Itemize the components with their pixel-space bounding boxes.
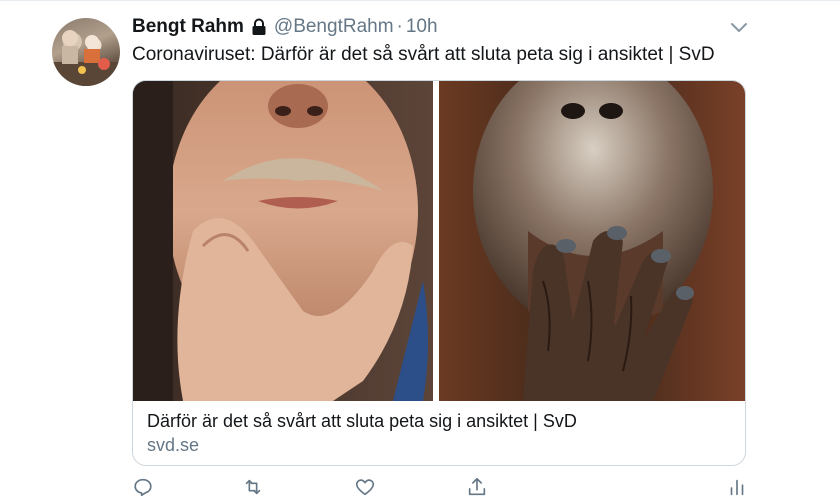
handle[interactable]: @BengtRahm	[274, 16, 394, 38]
chevron-down-icon[interactable]	[730, 20, 748, 32]
avatar[interactable]	[52, 18, 120, 86]
timestamp[interactable]: 10h	[406, 16, 438, 38]
share-icon[interactable]	[466, 476, 490, 500]
tweet-text: Coronaviruset: Därför är det så svårt at…	[132, 44, 715, 65]
tweet-header: Bengt Rahm @BengtRahm · 10h	[132, 14, 438, 40]
action-bar	[130, 476, 750, 502]
link-card[interactable]: Därför är det så svårt att sluta peta si…	[132, 80, 746, 466]
reply-icon[interactable]	[132, 476, 156, 500]
lock-icon	[251, 18, 267, 36]
card-title: Därför är det så svårt att sluta peta si…	[147, 411, 577, 431]
card-image	[133, 81, 745, 401]
analytics-icon[interactable]	[726, 476, 750, 500]
display-name[interactable]: Bengt Rahm	[132, 16, 244, 38]
card-domain: svd.se	[147, 435, 200, 455]
retweet-icon[interactable]	[242, 476, 266, 500]
separator-dot: ·	[396, 16, 403, 37]
heart-icon[interactable]	[354, 476, 378, 500]
tweet[interactable]: Bengt Rahm @BengtRahm · 10h Coronaviruse…	[0, 0, 840, 502]
